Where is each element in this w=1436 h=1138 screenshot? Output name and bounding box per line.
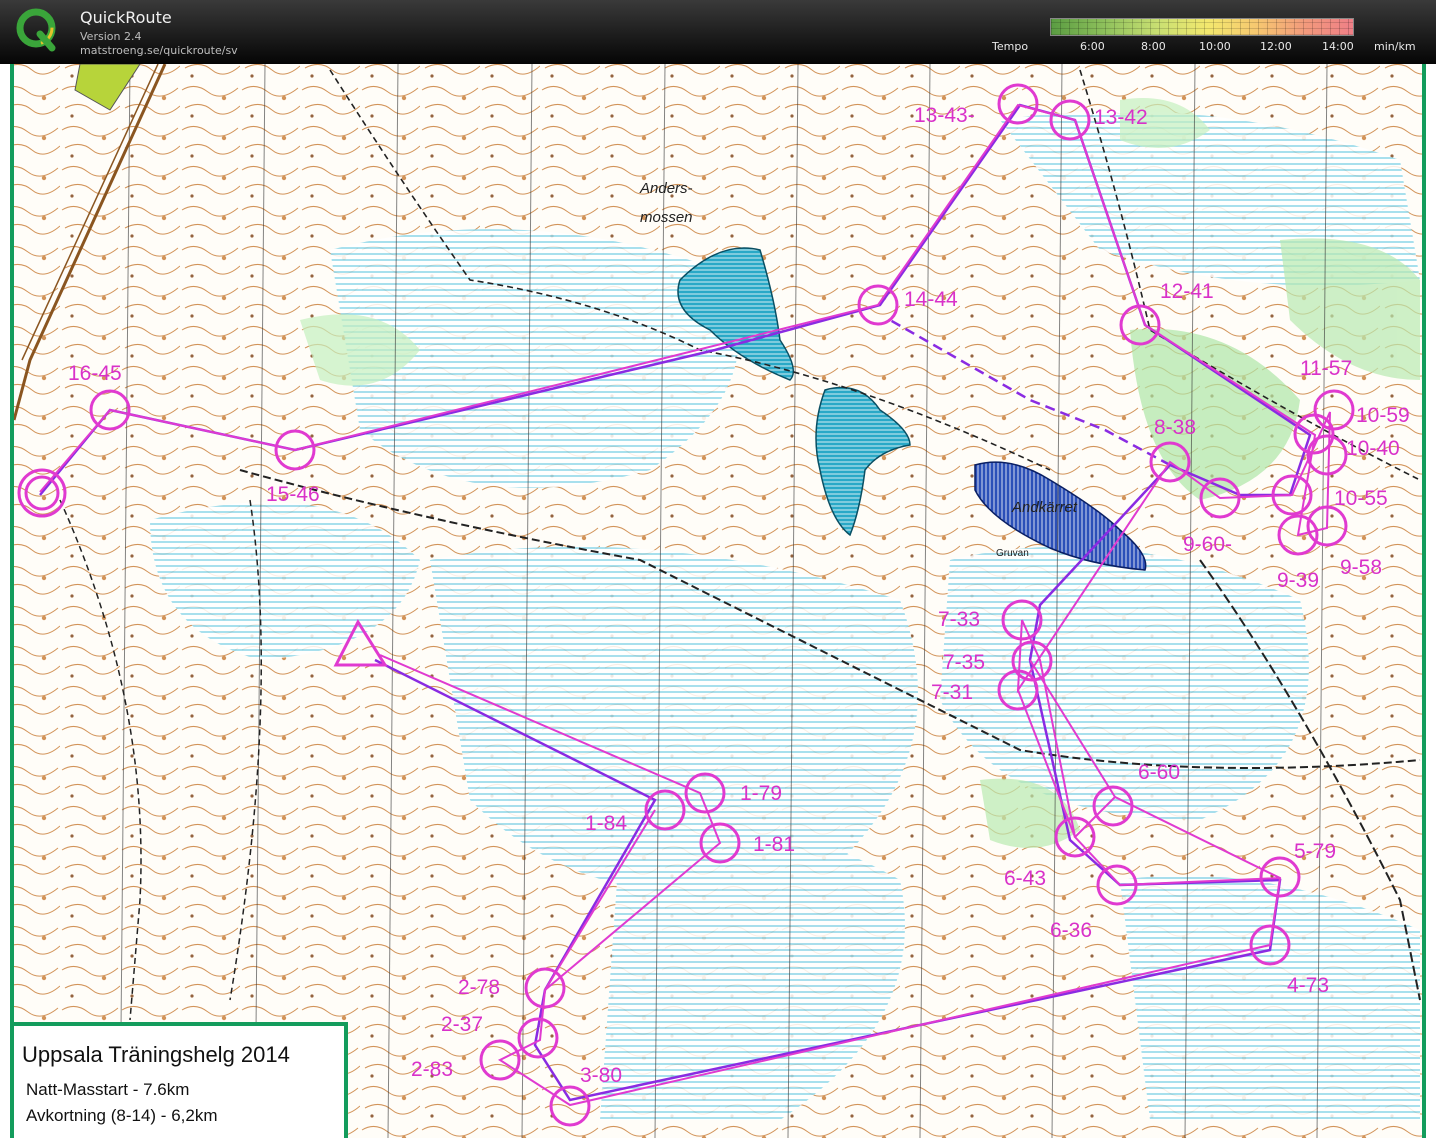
- app-header: QuickRoute Version 2.4 matstroeng.se/qui…: [0, 0, 1436, 64]
- place-name: Andkärret: [1011, 499, 1078, 516]
- label-7-33: 7-33: [938, 608, 980, 631]
- tempo-tick: 10:00: [1199, 40, 1231, 53]
- tempo-tick: 6:00: [1080, 40, 1105, 53]
- label-2-83: 2-83: [411, 1058, 453, 1081]
- quickroute-logo-icon: [16, 8, 56, 52]
- label-11-57: 11-57: [1300, 357, 1352, 380]
- label-9-58: 9-58: [1340, 556, 1382, 579]
- label-10-40: 10-40: [1346, 437, 1400, 460]
- app-url[interactable]: matstroeng.se/quickroute/sv: [80, 44, 238, 57]
- label-6-60: 6-60: [1138, 761, 1180, 784]
- label-1-84: 1-84: [585, 812, 627, 835]
- label-10-55: 10-55: [1334, 487, 1388, 510]
- place-name: Gruvan: [996, 548, 1029, 559]
- place-name: Anders-: [639, 180, 693, 197]
- tempo-label: Tempo: [992, 40, 1029, 53]
- label-5-79: 5-79: [1294, 840, 1336, 863]
- label-16-45: 16-45: [68, 362, 122, 385]
- map-legend: Uppsala Träningshelg 2014 Natt-Masstart …: [14, 1022, 348, 1138]
- label-6-43: 6-43: [1004, 867, 1046, 890]
- label-4-73: 4-73: [1287, 974, 1329, 997]
- label-12-41: 12-41: [1160, 280, 1214, 303]
- label-3-80: 3-80: [580, 1064, 622, 1087]
- tempo-tick: 8:00: [1141, 40, 1166, 53]
- label-10-59: 10-59: [1356, 404, 1410, 427]
- tempo-color-scale: [1050, 18, 1354, 36]
- app-version: Version 2.4: [80, 30, 142, 43]
- tempo-unit: min/km: [1374, 40, 1416, 53]
- label-13-43: 13-43-: [914, 104, 975, 127]
- label-2-37: 2-37: [441, 1013, 483, 1036]
- legend-title: Uppsala Träningshelg 2014: [22, 1042, 290, 1067]
- label-7-35: 7-35: [943, 651, 985, 674]
- label-2-78: 2-78: [458, 976, 500, 999]
- tempo-tick: 14:00: [1322, 40, 1354, 53]
- label-8-38: 8-38: [1154, 416, 1196, 439]
- label-1-81: 1-81: [753, 833, 795, 856]
- app-title: QuickRoute: [80, 8, 172, 27]
- place-name: mossen: [640, 209, 693, 226]
- label-14-44: 14-44: [904, 288, 958, 311]
- label-6-36: 6-36: [1050, 919, 1092, 942]
- label-13-42: 13-42: [1094, 106, 1148, 129]
- label-7-31: 7-31: [931, 681, 973, 704]
- label-9-60: 9-60-: [1183, 533, 1232, 556]
- legend-course-info: Natt-Masstart - 7.6km: [26, 1080, 190, 1099]
- legend-shortening-info: Avkortning (8-14) - 6,2km: [26, 1106, 218, 1125]
- orienteering-map[interactable]: 1-84 1-79 1-81 2-78 2-37 2-83 3-80 4-73 …: [0, 64, 1436, 1138]
- label-1-79: 1-79: [740, 782, 782, 805]
- label-15-46: 15-46: [266, 483, 320, 506]
- label-9-39: 9-39: [1277, 569, 1319, 592]
- tempo-tick: 12:00: [1260, 40, 1292, 53]
